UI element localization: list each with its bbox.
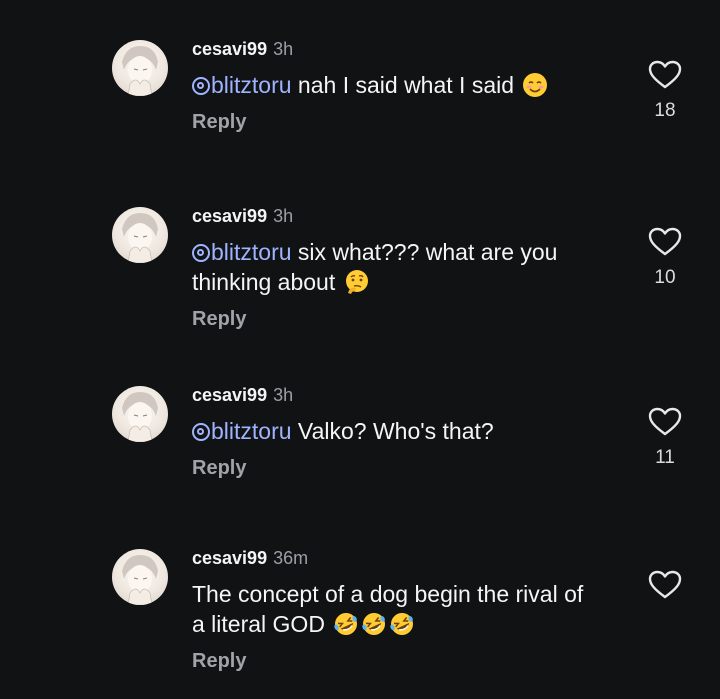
comment-text: blitztoru Valko? Who's that? — [192, 416, 612, 446]
timestamp: 3h — [273, 39, 294, 59]
rolling-laughing-emoji — [333, 611, 359, 637]
like-control — [645, 570, 685, 610]
rolling-laughing-emoji — [389, 611, 415, 637]
avatar[interactable] — [112, 40, 168, 96]
reply-button[interactable]: Reply — [192, 649, 246, 673]
like-count: 18 — [654, 100, 676, 121]
mention-link[interactable]: blitztoru — [192, 72, 292, 98]
at-icon — [192, 423, 210, 441]
username[interactable]: cesavi99 — [192, 206, 267, 226]
username[interactable]: cesavi99 — [192, 39, 267, 59]
comment-meta: cesavi99 3h — [192, 205, 293, 227]
timestamp: 36m — [273, 548, 309, 568]
comment-text: The concept of a dog begin the rival of … — [192, 581, 584, 637]
like-count: 10 — [654, 267, 676, 288]
comment-meta: cesavi99 3h — [192, 38, 293, 60]
timestamp: 3h — [273, 385, 294, 405]
reply-button[interactable]: Reply — [192, 307, 246, 331]
reply-button[interactable]: Reply — [192, 456, 246, 480]
avatar-illustration — [122, 555, 158, 605]
mention-link[interactable]: blitztoru — [192, 418, 292, 444]
comment-meta: cesavi99 3h — [192, 384, 293, 406]
at-icon — [192, 244, 210, 262]
avatar[interactable] — [112, 386, 168, 442]
like-control: 18 — [645, 60, 685, 122]
username[interactable]: cesavi99 — [192, 385, 267, 405]
mention-link[interactable]: blitztoru — [192, 239, 292, 265]
heart-outline-icon[interactable] — [648, 407, 682, 437]
comment-text: blitztoru nah I said what I said — [192, 70, 612, 100]
avatar-illustration — [122, 46, 158, 96]
like-count: 11 — [655, 447, 675, 468]
heart-outline-icon[interactable] — [648, 60, 682, 90]
rolling-laughing-emoji — [361, 611, 387, 637]
like-control: 11 — [645, 407, 685, 469]
comment-text: blitztoru six what??? what are you think… — [192, 239, 558, 295]
at-icon — [192, 77, 210, 95]
reply-button[interactable]: Reply — [192, 110, 246, 134]
like-control: 10 — [645, 227, 685, 289]
avatar[interactable] — [112, 549, 168, 605]
heart-outline-icon[interactable] — [648, 570, 682, 600]
comment-meta: cesavi99 36m — [192, 547, 308, 569]
avatar-illustration — [122, 392, 158, 442]
avatar-illustration — [122, 213, 158, 263]
timestamp: 3h — [273, 206, 294, 226]
heart-outline-icon[interactable] — [648, 227, 682, 257]
avatar[interactable] — [112, 207, 168, 263]
username[interactable]: cesavi99 — [192, 548, 267, 568]
thinking-face-emoji — [344, 269, 370, 295]
smiling-face-emoji — [522, 72, 548, 98]
